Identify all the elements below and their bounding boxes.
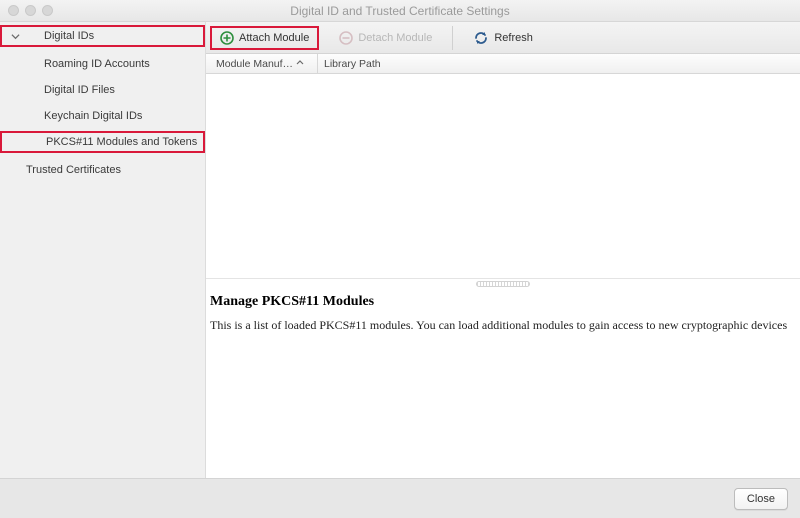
detail-pane: Manage PKCS#11 Modules This is a list of… [206,288,800,478]
detail-heading: Manage PKCS#11 Modules [210,294,792,310]
attach-module-button[interactable]: Attach Module [210,26,319,50]
sidebar-item-digital-ids[interactable]: Digital IDs [0,25,205,47]
sidebar-item-label: Keychain Digital IDs [44,110,142,122]
close-button-label: Close [747,493,775,505]
pane-splitter[interactable] [206,278,800,288]
zoom-window-icon[interactable] [42,5,53,16]
window-body: Digital IDs Roaming ID Accounts Digital … [0,22,800,478]
close-window-icon[interactable] [8,5,19,16]
column-header-manufacturer[interactable]: Module Manuf… [210,54,318,73]
column-header-row: Module Manuf… Library Path [206,54,800,74]
sidebar-item-label: Trusted Certificates [26,164,121,176]
sidebar-item-pkcs11[interactable]: PKCS#11 Modules and Tokens [0,131,205,153]
toolbar: Attach Module Detach Module Refresh [206,22,800,54]
sidebar-item-trusted-certs[interactable]: Trusted Certificates [0,159,205,181]
refresh-label: Refresh [494,32,533,44]
chevron-down-icon [8,32,22,41]
column-header-label: Module Manuf… [216,58,293,70]
close-button[interactable]: Close [734,488,788,510]
minus-icon [339,31,353,45]
sidebar: Digital IDs Roaming ID Accounts Digital … [0,22,206,478]
minimize-window-icon[interactable] [25,5,36,16]
detach-module-label: Detach Module [358,32,432,44]
refresh-icon [473,30,489,46]
sidebar-item-roaming-id[interactable]: Roaming ID Accounts [0,53,205,75]
footer: Close [0,478,800,518]
sidebar-item-label: PKCS#11 Modules and Tokens [46,136,197,148]
sidebar-item-label: Digital ID Files [44,84,115,96]
column-header-library-path[interactable]: Library Path [318,58,387,70]
titlebar: Digital ID and Trusted Certificate Setti… [0,0,800,22]
toolbar-separator [452,26,453,50]
attach-module-label: Attach Module [239,32,309,44]
sidebar-item-digital-id-files[interactable]: Digital ID Files [0,79,205,101]
modules-list[interactable] [206,74,800,278]
refresh-button[interactable]: Refresh [465,26,541,50]
column-header-label: Library Path [324,58,381,70]
sidebar-item-label: Roaming ID Accounts [44,58,150,70]
detach-module-button: Detach Module [331,26,440,50]
sidebar-root-label: Digital IDs [22,30,94,42]
sidebar-item-keychain[interactable]: Keychain Digital IDs [0,105,205,127]
window-controls [8,5,53,16]
main-panel: Attach Module Detach Module Refresh [206,22,800,478]
grip-icon [476,281,530,287]
settings-window: Digital ID and Trusted Certificate Setti… [0,0,800,518]
detail-body: This is a list of loaded PKCS#11 modules… [210,318,792,333]
sort-asc-icon [296,59,304,69]
window-title: Digital ID and Trusted Certificate Setti… [0,4,800,18]
plus-icon [220,31,234,45]
